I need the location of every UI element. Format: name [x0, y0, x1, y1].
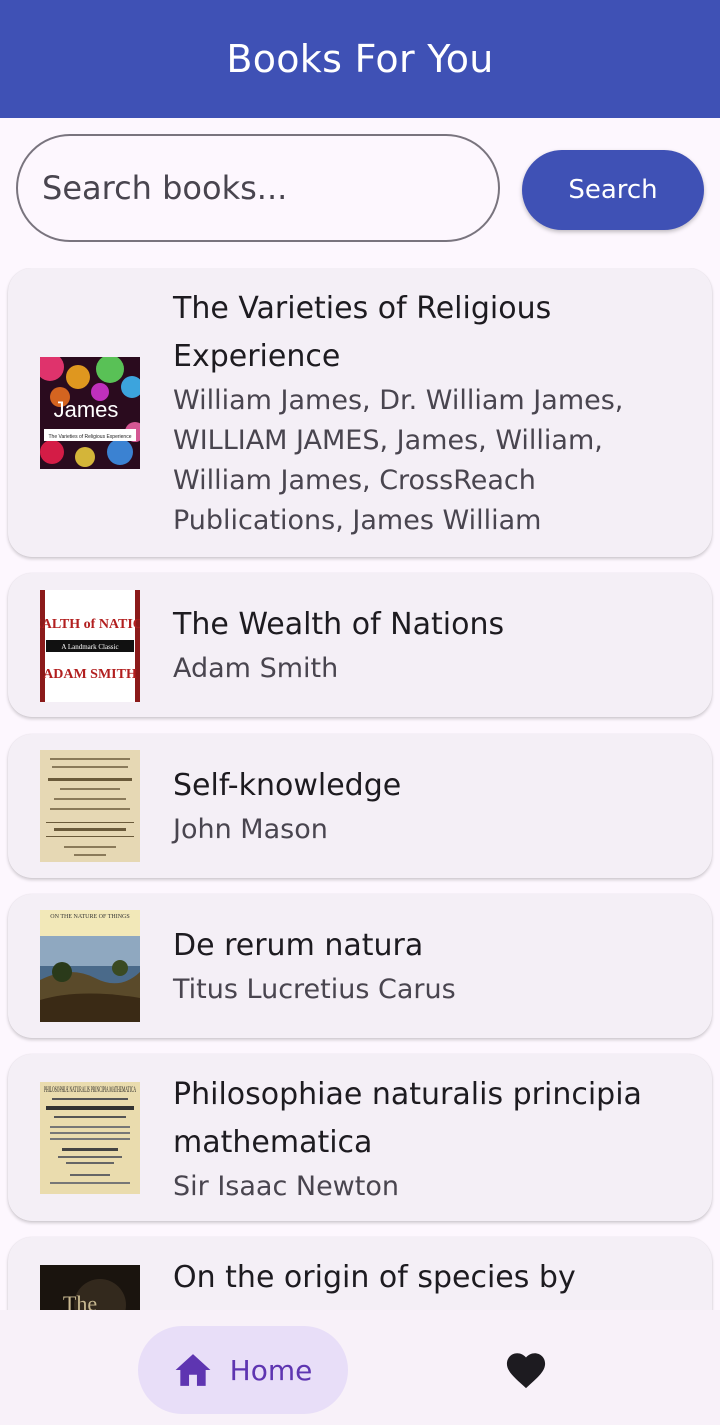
book-title: Self-knowledge: [173, 768, 402, 803]
search-input[interactable]: [16, 134, 500, 242]
bottom-navigation: Home: [0, 1310, 720, 1425]
search-row: Search: [0, 118, 720, 268]
book-cover: [40, 750, 140, 862]
book-author: Sir Isaac Newton: [173, 1171, 399, 1202]
cover-title-text: WEALTH of NATIONS: [40, 617, 140, 632]
book-title: De rerum natura: [173, 928, 424, 963]
cover-author-text: ADAM SMITH: [43, 667, 137, 682]
book-title: Philosophiae naturalis principia mathema…: [173, 1077, 642, 1160]
book-card[interactable]: The On the origin of species by: [8, 1237, 712, 1310]
svg-text:The: The: [63, 1291, 97, 1310]
book-card[interactable]: ON THE NATURE OF THINGS De rerum natura …: [8, 894, 712, 1038]
book-cover: The: [40, 1265, 140, 1310]
book-title: The Varieties of Religious Experience: [173, 291, 552, 374]
nav-home-label: Home: [229, 1353, 313, 1387]
book-author: William James, Dr. William James, WILLIA…: [173, 385, 624, 536]
cover-band-text: A Landmark Classic: [61, 643, 118, 651]
book-author: John Mason: [173, 814, 328, 845]
cover-title-text: James: [54, 397, 119, 422]
book-card[interactable]: WEALTH of NATIONS A Landmark Classic ADA…: [8, 573, 712, 717]
book-list[interactable]: James The Varieties of Religious Experie…: [0, 268, 720, 1310]
book-card[interactable]: Self-knowledge John Mason: [8, 734, 712, 878]
nav-favorites-button[interactable]: [498, 1342, 554, 1398]
page-title: Books For You: [226, 37, 494, 81]
book-author: Titus Lucretius Carus: [173, 974, 456, 1005]
heart-icon: [504, 1350, 548, 1390]
app-bar: Books For You: [0, 0, 720, 118]
search-button[interactable]: Search: [522, 150, 704, 230]
book-card[interactable]: James The Varieties of Religious Experie…: [8, 268, 712, 557]
book-cover: James The Varieties of Religious Experie…: [40, 357, 140, 469]
book-card[interactable]: PHILOSOPHIÆ NATURALIS PRINCIPIA MATHEMAT…: [8, 1054, 712, 1221]
book-cover: ON THE NATURE OF THINGS: [40, 910, 140, 1022]
book-cover: PHILOSOPHIÆ NATURALIS PRINCIPIA MATHEMAT…: [40, 1082, 140, 1194]
book-title: On the origin of species by: [173, 1260, 576, 1295]
book-cover: WEALTH of NATIONS A Landmark Classic ADA…: [40, 590, 140, 702]
book-title: The Wealth of Nations: [173, 607, 505, 642]
home-icon: [174, 1352, 212, 1388]
book-author: Adam Smith: [173, 653, 339, 684]
cover-title-text: ON THE NATURE OF THINGS: [50, 914, 129, 920]
cover-subtitle-text: The Varieties of Religious Experience: [48, 434, 131, 440]
nav-home-button[interactable]: Home: [138, 1326, 348, 1414]
cover-title-text: PHILOSOPHIÆ NATURALIS PRINCIPIA MATHEMAT…: [44, 1085, 136, 1094]
